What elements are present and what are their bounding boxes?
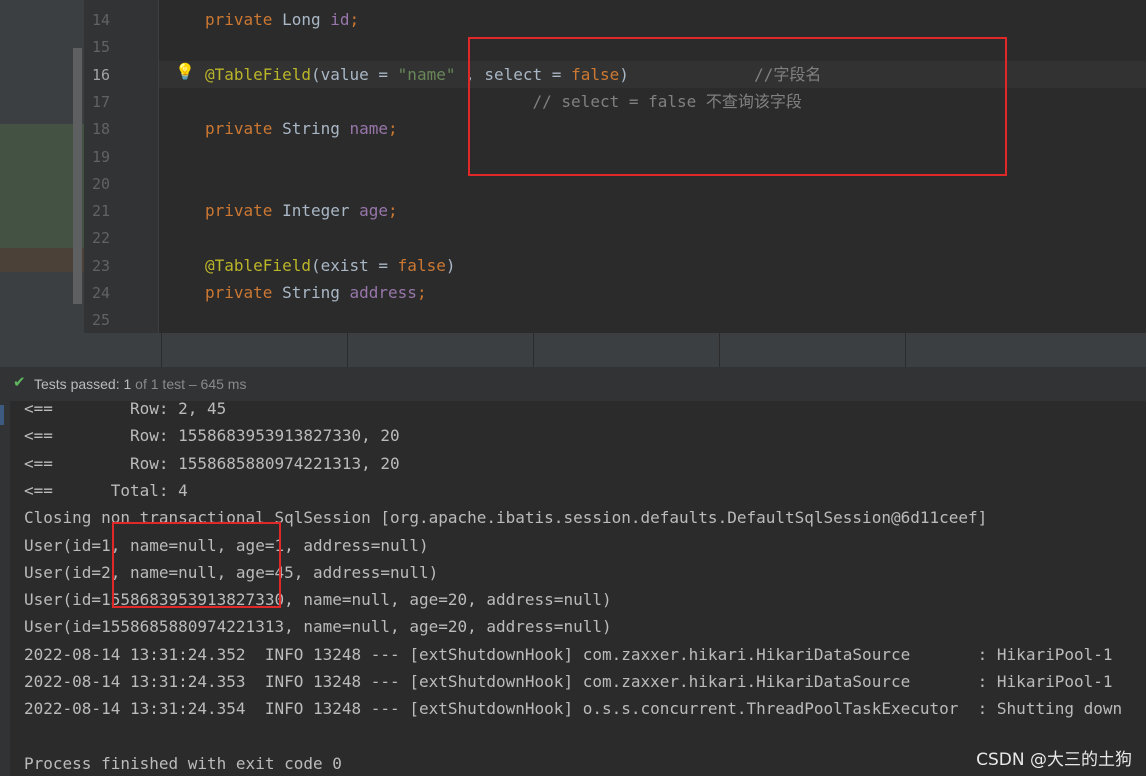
code-token: Long	[282, 10, 331, 29]
code-token: private	[205, 283, 283, 302]
code-token: private	[205, 119, 283, 138]
console-line: <== Row: 1558683953913827330, 20	[24, 426, 400, 445]
line-number: 17	[91, 93, 110, 111]
line-number: 19	[91, 148, 110, 166]
test-status-bar: ✔ Tests passed: 1 of 1 test – 645 ms	[0, 367, 1146, 402]
console-line: <== Row: 2, 45	[24, 399, 227, 418]
panel-scrollbar[interactable]	[73, 48, 82, 304]
check-icon: ✔	[13, 374, 26, 391]
code-token: false	[397, 256, 446, 275]
code-line: private Long id;	[205, 10, 359, 30]
console-line: <== Total: 4	[24, 481, 188, 500]
code-line: private String address;	[205, 283, 427, 303]
diff-marker-modified	[0, 248, 84, 272]
tab-divider	[905, 333, 906, 367]
code-token: ;	[388, 201, 398, 220]
code-token: id	[330, 10, 350, 29]
line-number: 14	[91, 11, 110, 29]
line-number: 20	[91, 175, 110, 193]
code-line: @TableField(exist = false)	[205, 256, 455, 276]
line-number: 22	[91, 229, 110, 247]
code-token: (exist =	[310, 256, 398, 275]
console-line: 2022-08-14 13:31:24.354 INFO 13248 --- […	[24, 699, 1123, 718]
lightbulb-icon[interactable]: 💡	[175, 62, 195, 81]
test-status-label: Tests passed:	[34, 376, 124, 392]
console-gutter-marker	[0, 405, 4, 425]
code-token: @TableField	[205, 65, 311, 84]
console-line: Process finished with exit code 0	[24, 754, 342, 773]
console-line: 2022-08-14 13:31:24.352 INFO 13248 --- […	[24, 645, 1113, 664]
code-token: Integer	[282, 201, 360, 220]
diff-marker-added	[0, 124, 84, 248]
code-token: address	[349, 283, 417, 302]
line-number: 24	[91, 284, 110, 302]
code-token: "name"	[397, 65, 456, 84]
tool-window-tabbar	[0, 333, 1146, 367]
code-token: private	[205, 10, 283, 29]
annotation-highlight-box	[468, 37, 1007, 176]
line-number: 15	[91, 38, 110, 56]
line-number: 21	[91, 202, 110, 220]
console-line: User(id=1558685880974221313, name=null, …	[24, 617, 612, 636]
code-token: @TableField	[205, 256, 311, 275]
line-number: 23	[91, 257, 110, 275]
test-status-text: Tests passed: 1 of 1 test – 645 ms	[34, 376, 246, 392]
tab-divider	[161, 333, 162, 367]
tab-divider	[347, 333, 348, 367]
code-token: )	[445, 256, 456, 275]
code-token: ;	[349, 10, 360, 29]
tab-divider	[533, 333, 534, 367]
code-token: name	[349, 119, 389, 138]
watermark: CSDN @大三的土狗	[976, 750, 1132, 770]
code-token: ;	[388, 119, 398, 138]
console-line: 2022-08-14 13:31:24.353 INFO 13248 --- […	[24, 672, 1113, 691]
line-number: 16	[91, 66, 110, 84]
line-number: 25	[91, 311, 110, 329]
tab-divider	[719, 333, 720, 367]
code-line: private String name;	[205, 119, 398, 139]
line-number: 18	[91, 120, 110, 138]
console-line: <== Row: 1558685880974221313, 20	[24, 454, 400, 473]
console-gutter	[0, 401, 10, 776]
code-token: age	[359, 201, 389, 220]
code-editor[interactable]: 14 private Long id; 15 16 @TableField(value …	[0, 0, 1146, 333]
code-token: (value =	[310, 65, 398, 84]
output-highlight-box	[112, 522, 281, 608]
code-token: ;	[416, 283, 427, 302]
code-line: private Integer age;	[205, 201, 398, 221]
code-token: String	[282, 119, 350, 138]
test-status-detail: of 1 test – 645 ms	[131, 376, 247, 392]
code-token: String	[282, 283, 350, 302]
code-token: private	[205, 201, 283, 220]
